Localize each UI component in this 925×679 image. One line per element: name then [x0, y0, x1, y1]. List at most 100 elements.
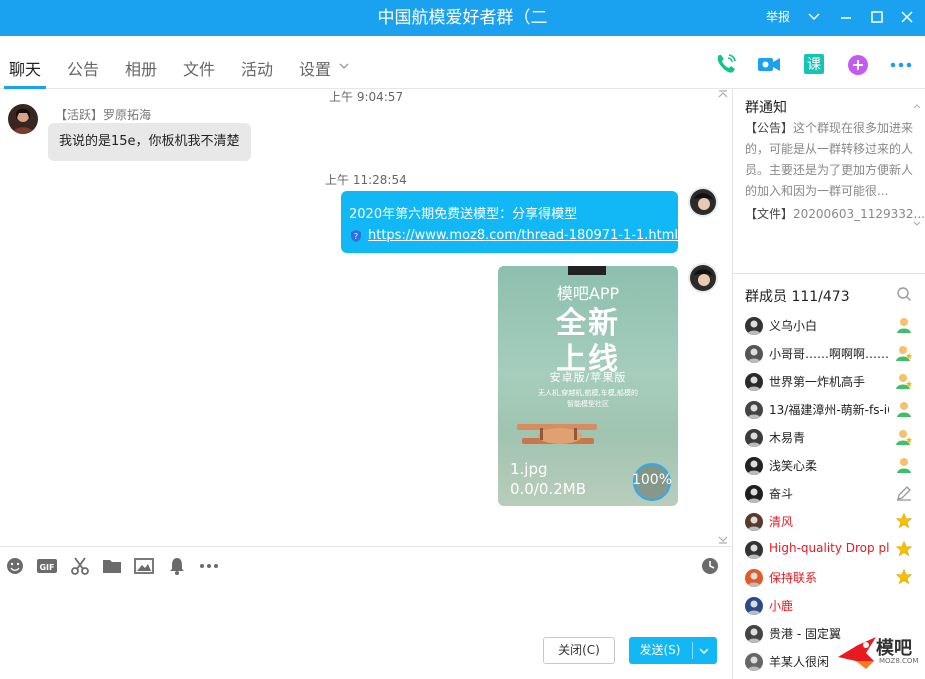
image-file-name: 1.jpg: [510, 460, 548, 478]
scroll-down-icon[interactable]: [913, 217, 921, 226]
member-row[interactable]: 世界第一炸机高手: [733, 369, 925, 397]
moz8-watermark-logo: 模吧 MOZ8.COM: [836, 631, 922, 675]
member-avatar[interactable]: [745, 345, 763, 363]
sender-name[interactable]: 【活跃】罗原拓海: [55, 106, 151, 123]
announcement-tag: 【公告】: [745, 121, 794, 135]
member-avatar[interactable]: [745, 569, 763, 587]
emoji-icon[interactable]: [5, 556, 25, 576]
member-star-icon: [895, 372, 913, 390]
download-progress-label: 100%: [631, 472, 673, 488]
scroll-up-icon[interactable]: [913, 99, 921, 109]
qq-group-chat-window: 中国航模爱好者群（二 举报 聊天 公告 相册 文件 活动 设置 课 上午 9:0…: [0, 0, 925, 679]
image-tagline-1: 无人机,穿越机,航模,车模,船模的: [538, 389, 638, 397]
tab-settings[interactable]: 设置: [299, 56, 331, 80]
member-avatar[interactable]: [745, 485, 763, 503]
tab-album[interactable]: 相册: [125, 56, 157, 80]
member-row[interactable]: 小哥哥……啊啊啊……呀: [733, 341, 925, 369]
report-button[interactable]: 举报: [766, 0, 790, 34]
svg-text:课: 课: [807, 57, 821, 73]
more-icon[interactable]: [888, 51, 914, 77]
member-row[interactable]: 清风: [733, 509, 925, 537]
member-name: 13/福建漳州-萌新-fs-i6: [769, 403, 889, 417]
member-avatar[interactable]: [745, 653, 763, 671]
outgoing-message-bubble[interactable]: 2020年第六期免费送模型：分享得模型 ? https://www.moz8.c…: [341, 191, 678, 253]
sender-nickname: 罗原拓海: [103, 108, 152, 122]
star-icon: [895, 540, 913, 558]
maximize-icon[interactable]: [869, 9, 885, 25]
member-avatar[interactable]: [745, 401, 763, 419]
member-icon: [895, 400, 913, 418]
tab-announcement[interactable]: 公告: [67, 56, 99, 80]
phone-icon[interactable]: [713, 51, 739, 77]
member-avatar[interactable]: [745, 457, 763, 475]
member-star-icon: [895, 344, 913, 362]
member-avatar[interactable]: [745, 597, 763, 615]
member-avatar[interactable]: [745, 373, 763, 391]
minimize-icon[interactable]: [838, 9, 854, 25]
group-announcement[interactable]: 【公告】这个群现在很多加进来的，可能是从一群转移过来的人员。主要还是为了更加方便…: [745, 118, 921, 202]
close-button[interactable]: 关闭(C): [543, 637, 615, 664]
member-row[interactable]: 13/福建漳州-萌新-fs-i6: [733, 397, 925, 425]
shield-icon: ?: [349, 229, 363, 243]
member-row[interactable]: 义乌小白: [733, 313, 925, 341]
add-app-icon[interactable]: [845, 51, 871, 77]
qr-code-image: [568, 266, 606, 275]
image-tagline: 无人机,穿越机,航模,车模,船模的 智能模型社区: [498, 388, 678, 410]
member-name: 浅笑心柔: [769, 459, 818, 473]
member-row[interactable]: 浅笑心柔: [733, 453, 925, 481]
scissors-icon[interactable]: [70, 556, 90, 576]
more-icon[interactable]: [199, 556, 219, 576]
video-icon[interactable]: [756, 51, 782, 77]
member-avatar[interactable]: [745, 625, 763, 643]
my-avatar[interactable]: [688, 263, 718, 293]
tab-activity[interactable]: 活动: [241, 56, 273, 80]
group-side-panel: 群通知 【公告】这个群现在很多加进来的，可能是从一群转移过来的人员。主要还是为了…: [732, 89, 925, 679]
scroll-up-icon[interactable]: [718, 89, 728, 99]
image-platforms: 安卓版/苹果版: [549, 371, 627, 384]
member-avatar[interactable]: [745, 541, 763, 559]
member-name: 小鹿: [769, 599, 794, 613]
sender-avatar[interactable]: [8, 104, 38, 134]
my-avatar[interactable]: [688, 187, 718, 217]
search-icon[interactable]: [896, 286, 912, 302]
member-row[interactable]: 保持联系: [733, 565, 925, 593]
tab-chat[interactable]: 聊天: [9, 56, 41, 80]
tab-files[interactable]: 文件: [183, 56, 215, 80]
incoming-message-bubble[interactable]: 我说的是15e，你板机我不清楚: [48, 123, 251, 161]
title-bar: 中国航模爱好者群（二 举报: [0, 0, 925, 36]
member-name: High-quality Drop pl: [769, 541, 889, 555]
course-icon[interactable]: 课: [801, 51, 827, 77]
message-input-area[interactable]: 关闭(C) 发送(S): [0, 584, 732, 679]
chevron-down-icon[interactable]: [806, 9, 822, 25]
member-row[interactable]: 小鹿: [733, 593, 925, 621]
folder-icon[interactable]: [102, 556, 122, 576]
scroll-down-icon[interactable]: [718, 533, 728, 544]
input-toolbar: GIF: [0, 546, 732, 584]
history-clock-icon[interactable]: [700, 556, 720, 576]
notice-title: 群通知: [745, 100, 787, 116]
bell-icon[interactable]: [167, 556, 187, 576]
tab-bar: 聊天 公告 相册 文件 活动 设置 课: [0, 36, 925, 89]
watermark-sub: MOZ8.COM: [879, 657, 919, 665]
member-row[interactable]: High-quality Drop pl: [733, 537, 925, 565]
image-file-size: 0.0/0.2MB: [510, 480, 586, 498]
star-icon: [895, 568, 913, 586]
notice-file[interactable]: 【文件】20200603_1129332...: [745, 205, 925, 222]
close-icon[interactable]: [899, 9, 915, 25]
member-star-icon: [895, 428, 913, 446]
message-timestamp: 上午 11:28:54: [325, 173, 407, 187]
member-avatar[interactable]: [745, 513, 763, 531]
chat-message-area[interactable]: 上午 9:04:57 【活跃】罗原拓海 我说的是15e，你板机我不清楚 上午 1…: [0, 89, 732, 546]
member-avatar[interactable]: [745, 317, 763, 335]
send-options-chevron-icon[interactable]: [698, 645, 710, 657]
chevron-down-icon[interactable]: [338, 60, 350, 72]
svg-text:?: ?: [354, 232, 358, 241]
image-icon[interactable]: [134, 556, 154, 576]
message-link[interactable]: https://www.moz8.com/thread-180971-1-1.h…: [368, 228, 678, 243]
member-avatar[interactable]: [745, 429, 763, 447]
member-row[interactable]: 奋斗: [733, 481, 925, 509]
image-message[interactable]: 模吧APP 全新 上线 安卓版/苹果版 无人机,穿越机,航模,车模,船模的 智能…: [498, 266, 678, 506]
member-row[interactable]: 木易青: [733, 425, 925, 453]
send-button[interactable]: 发送(S): [629, 637, 717, 664]
gif-icon[interactable]: GIF: [37, 556, 57, 576]
